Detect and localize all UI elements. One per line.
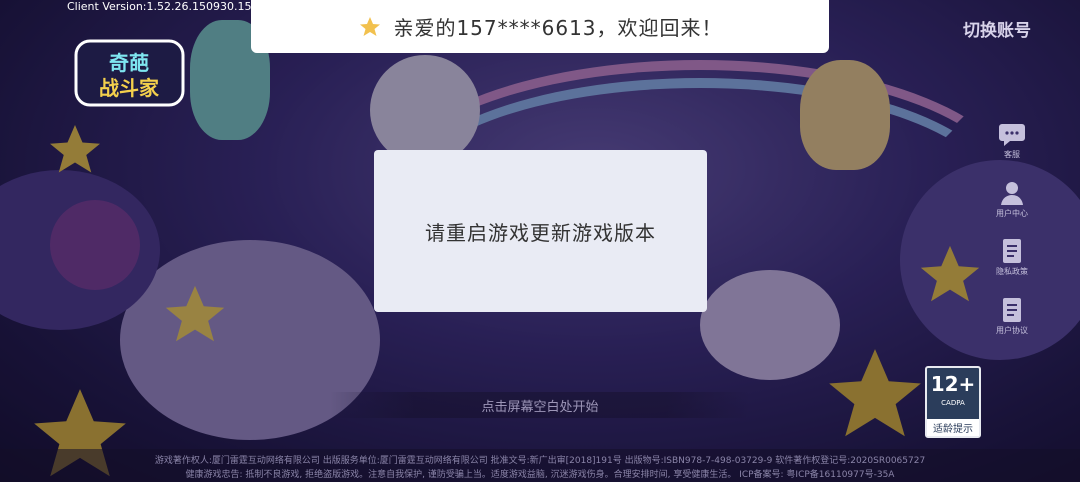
age-rating-badge[interactable]: 12+ CADPA 适龄提示 xyxy=(925,366,981,438)
game-logo: 奇葩 战斗家 xyxy=(72,35,187,110)
dialog-message: 请重启游戏更新游戏版本 xyxy=(425,220,656,245)
document-icon xyxy=(997,237,1027,265)
document-icon xyxy=(997,296,1027,324)
client-version: Client Version:1.52.26.150930.150945 xyxy=(67,0,280,13)
switch-account-button[interactable]: 切换账号 xyxy=(963,16,1031,41)
start-hint: 点击屏幕空白处开始 xyxy=(481,399,599,415)
welcome-text: 亲爱的157****6613，欢迎回来！ xyxy=(393,16,723,40)
age-rating-label: 适龄提示 xyxy=(927,419,979,436)
update-dialog: 请重启游戏更新游戏版本 xyxy=(374,150,707,312)
footer-legal: 游戏著作权人:厦门雷霆互动网络有限公司 出版服务单位:厦门雷霆互动网络有限公司 … xyxy=(0,449,1080,482)
user-icon xyxy=(997,179,1027,207)
sidebar-item-privacy-policy[interactable]: 隐私政策 xyxy=(993,237,1031,277)
tap-to-start-area[interactable]: 点击屏幕空白处开始 xyxy=(330,392,750,418)
sidebar-item-label: 用户中心 xyxy=(996,209,1028,218)
footer-line-copyright: 游戏著作权人:厦门雷霆互动网络有限公司 出版服务单位:厦门雷霆互动网络有限公司 … xyxy=(154,456,926,466)
footer-line-health: 健康游戏忠告: 抵制不良游戏, 拒绝盗版游戏。注意自我保护, 谨防受骗上当。适度… xyxy=(185,470,895,480)
sidebar-item-label: 客服 xyxy=(1004,150,1020,159)
star-icon xyxy=(357,14,383,40)
age-rating-number: 12+ xyxy=(930,372,976,396)
game-login-screen[interactable]: Client Version:1.52.26.150930.150945 奇葩 … xyxy=(0,0,1080,482)
chat-bubble-icon xyxy=(997,120,1027,148)
welcome-banner: 亲爱的157****6613，欢迎回来！ xyxy=(251,0,829,53)
sidebar-item-user-center[interactable]: 用户中心 xyxy=(993,179,1031,219)
sidebar-item-customer-service[interactable]: 客服 xyxy=(993,120,1031,160)
svg-text:奇葩: 奇葩 xyxy=(109,51,149,75)
sidebar-item-label: 用户协议 xyxy=(996,326,1028,335)
svg-text:战斗家: 战斗家 xyxy=(99,76,160,100)
sidebar-item-label: 隐私政策 xyxy=(996,267,1028,276)
sidebar-item-user-agreement[interactable]: 用户协议 xyxy=(993,296,1031,336)
age-rating-org: CADPA xyxy=(941,399,965,407)
